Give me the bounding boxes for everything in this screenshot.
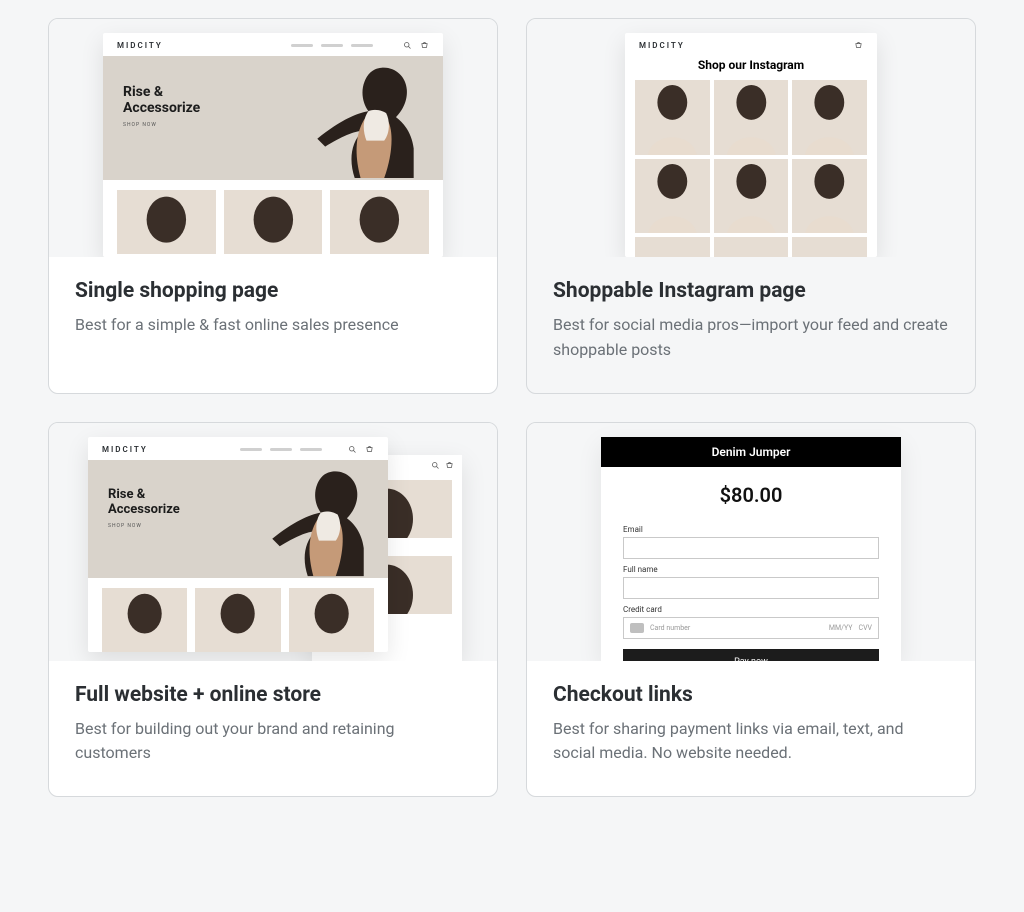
input-credit-card: Card number MM/YY CVV <box>623 617 879 639</box>
placeholder-expiry: MM/YY <box>829 624 853 632</box>
hero-line: Rise & <box>108 487 145 502</box>
preview-brand: MIDCITY <box>117 41 283 50</box>
option-checkout-links[interactable]: Denim Jumper $80.00 Email Full name Cred… <box>526 422 976 798</box>
nav-placeholder <box>300 448 322 451</box>
option-description: Best for building out your brand and ret… <box>75 717 471 767</box>
placeholder-card-number: Card number <box>650 624 823 632</box>
option-description: Best for social media pros—import your f… <box>553 313 949 363</box>
hero-person-illustration <box>298 62 433 180</box>
preview: MIDCITY Rise &Accessorize SHOP NOW <box>49 423 497 661</box>
checkout-price: $80.00 <box>601 467 901 519</box>
placeholder-cvv: CVV <box>859 624 872 632</box>
cart-icon <box>365 445 374 454</box>
option-title: Single shopping page <box>75 279 471 303</box>
cart-icon <box>420 41 429 50</box>
card-chip-icon <box>630 623 644 633</box>
search-icon <box>431 461 440 470</box>
site-type-grid: MIDCITY Rise &Accessorize SHOP NOW <box>48 18 976 797</box>
pay-now-button: Pay now <box>623 649 879 661</box>
nav-placeholder <box>270 448 292 451</box>
option-shoppable-instagram[interactable]: MIDCITY Shop our Instagram Shopp <box>526 18 976 394</box>
nav-placeholder <box>351 44 373 47</box>
option-title: Shoppable Instagram page <box>553 279 949 303</box>
cart-icon <box>854 41 863 50</box>
instagram-heading: Shop our Instagram <box>625 56 877 80</box>
search-icon <box>348 445 357 454</box>
nav-placeholder <box>240 448 262 451</box>
label-credit-card: Credit card <box>623 605 879 614</box>
nav-placeholder <box>321 44 343 47</box>
preview: MIDCITY Shop our Instagram <box>527 19 975 257</box>
cart-icon <box>445 461 454 470</box>
label-full-name: Full name <box>623 565 879 574</box>
checkout-product-name: Denim Jumper <box>601 437 901 467</box>
search-icon <box>403 41 412 50</box>
hero-line: Accessorize <box>123 100 200 116</box>
nav-placeholder <box>291 44 313 47</box>
label-email: Email <box>623 525 879 534</box>
option-description: Best for a simple & fast online sales pr… <box>75 313 471 338</box>
hero-person-illustration <box>258 466 378 578</box>
option-description: Best for sharing payment links via email… <box>553 717 949 767</box>
preview: Denim Jumper $80.00 Email Full name Cred… <box>527 423 975 661</box>
input-email <box>623 537 879 559</box>
preview-brand: MIDCITY <box>639 41 846 50</box>
hero-line: Rise & <box>123 84 163 100</box>
preview: MIDCITY Rise &Accessorize SHOP NOW <box>49 19 497 257</box>
preview-brand: MIDCITY <box>102 445 232 454</box>
input-full-name <box>623 577 879 599</box>
option-title: Checkout links <box>553 683 949 707</box>
option-title: Full website + online store <box>75 683 471 707</box>
hero-line: Accessorize <box>108 502 180 517</box>
option-single-shopping-page[interactable]: MIDCITY Rise &Accessorize SHOP NOW <box>48 18 498 394</box>
option-full-website[interactable]: MIDCITY Rise &Accessorize SHOP NOW <box>48 422 498 798</box>
